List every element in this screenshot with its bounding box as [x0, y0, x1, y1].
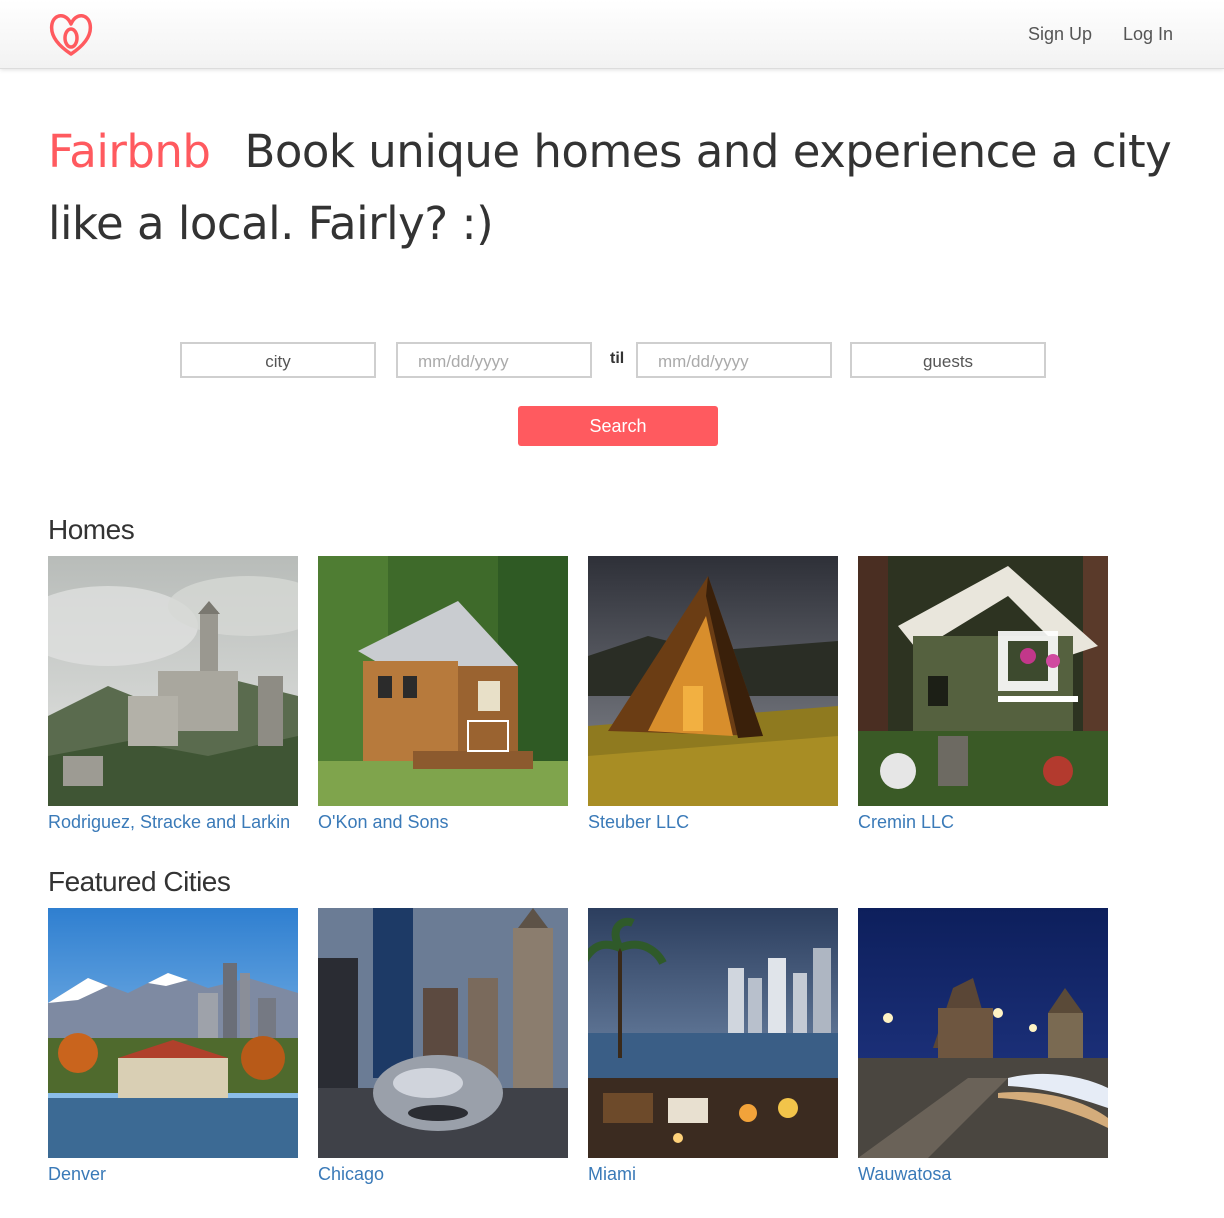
tiny-house-photo[interactable]	[318, 556, 568, 806]
city-name-link[interactable]: Wauwatosa	[858, 1164, 1108, 1185]
city-card[interactable]: Miami	[588, 908, 838, 1185]
city-card[interactable]: Wauwatosa	[858, 908, 1108, 1185]
home-card[interactable]: Rodriguez, Stracke and Larkin	[48, 556, 298, 833]
log-in-link[interactable]: Log In	[1123, 24, 1173, 45]
city-name-link[interactable]: Miami	[588, 1164, 838, 1185]
city-name-link[interactable]: Chicago	[318, 1164, 568, 1185]
denver-photo[interactable]	[48, 908, 298, 1158]
city-input[interactable]	[180, 342, 376, 378]
miami-photo[interactable]	[588, 908, 838, 1158]
home-name-link[interactable]: Steuber LLC	[588, 812, 838, 833]
homes-section-title: Homes	[48, 514, 135, 545]
home-card[interactable]: Cremin LLC	[858, 556, 1108, 833]
home-card[interactable]: O'Kon and Sons	[318, 556, 568, 833]
hero-tagline: Book unique homes and experience a city …	[48, 125, 1172, 250]
hero-heading: Fairbnb Book unique homes and experience …	[48, 116, 1198, 260]
brand-name: Fairbnb	[48, 125, 211, 178]
fairbnb-logo-icon[interactable]	[48, 10, 94, 58]
a-frame-cabin-photo[interactable]	[588, 556, 838, 806]
check-out-date-input[interactable]	[636, 342, 832, 378]
featured-cities-section-title: Featured Cities	[48, 866, 231, 897]
castle-home-photo[interactable]	[48, 556, 298, 806]
city-card[interactable]: Chicago	[318, 908, 568, 1185]
wauwatosa-photo[interactable]	[858, 908, 1108, 1158]
top-navbar: Sign Up Log In	[0, 0, 1224, 69]
chicago-photo[interactable]	[318, 908, 568, 1158]
home-name-link[interactable]: O'Kon and Sons	[318, 812, 568, 833]
home-name-link[interactable]: Cremin LLC	[858, 812, 1108, 833]
city-name-link[interactable]: Denver	[48, 1164, 298, 1185]
home-card[interactable]: Steuber LLC	[588, 556, 838, 833]
home-name-link[interactable]: Rodriguez, Stracke and Larkin	[48, 812, 298, 833]
guests-input[interactable]	[850, 342, 1046, 378]
city-card[interactable]: Denver	[48, 908, 298, 1185]
sign-up-link[interactable]: Sign Up	[1028, 24, 1092, 45]
search-button[interactable]: Search	[518, 406, 718, 446]
cottage-photo[interactable]	[858, 556, 1108, 806]
check-in-date-input[interactable]	[396, 342, 592, 378]
til-label: til	[610, 350, 625, 367]
